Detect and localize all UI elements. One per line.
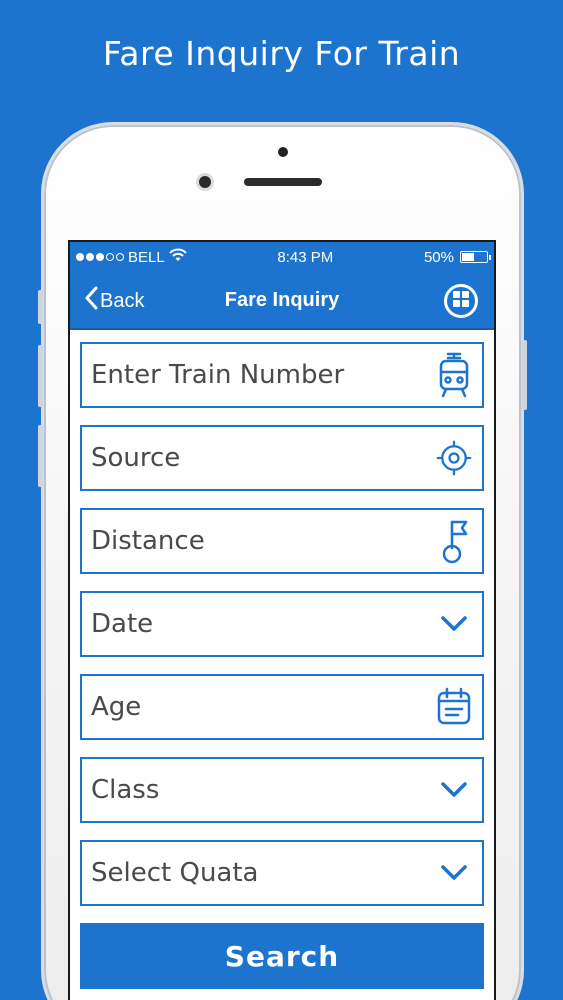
page-title: Fare Inquiry	[224, 288, 340, 311]
search-button[interactable]: Search	[80, 923, 484, 989]
train-number-placeholder: Enter Train Number	[91, 360, 345, 390]
calendar-icon	[436, 683, 472, 731]
train-number-field[interactable]: Enter Train Number	[80, 342, 484, 408]
class-dropdown[interactable]: Class	[80, 757, 484, 823]
phone-power-button	[522, 340, 527, 410]
flag-icon	[436, 517, 472, 565]
train-icon	[436, 351, 472, 399]
grid-menu-button[interactable]	[444, 284, 478, 318]
phone-sensor	[278, 147, 288, 157]
distance-placeholder: Distance	[91, 526, 205, 556]
grid-menu-icon	[452, 290, 470, 313]
phone-speaker	[244, 178, 322, 186]
quota-placeholder: Select Quata	[91, 858, 259, 888]
chevron-down-icon	[436, 849, 472, 897]
back-button[interactable]: Back	[84, 286, 144, 316]
source-field[interactable]: Source	[80, 425, 484, 491]
age-field[interactable]: Age	[80, 674, 484, 740]
signal-strength-icon	[76, 253, 124, 261]
promo-headline: Fare Inquiry For Train	[102, 34, 461, 73]
clock: 8:43 PM	[277, 248, 334, 266]
phone-camera	[196, 173, 214, 191]
phone-mute-switch	[38, 290, 43, 324]
chevron-left-icon	[84, 286, 98, 316]
battery-icon	[459, 251, 491, 263]
source-placeholder: Source	[91, 443, 181, 473]
status-bar: BELL 8:43 PM 50%	[70, 242, 494, 272]
chevron-down-icon	[436, 600, 472, 648]
phone-volume-down	[38, 425, 43, 487]
fare-inquiry-form: Enter Train Number Source Distance Date …	[70, 330, 494, 989]
phone-volume-up	[38, 345, 43, 407]
distance-field[interactable]: Distance	[80, 508, 484, 574]
quota-dropdown[interactable]: Select Quata	[80, 840, 484, 906]
app-screen: BELL 8:43 PM 50% Back Fare Inquiry Enter…	[68, 240, 496, 1000]
date-placeholder: Date	[91, 609, 154, 639]
location-target-icon	[436, 434, 472, 482]
carrier-name: BELL	[128, 248, 165, 266]
wifi-icon	[168, 248, 187, 266]
chevron-down-icon	[436, 766, 472, 814]
age-placeholder: Age	[91, 692, 142, 722]
navigation-bar: Back Fare Inquiry	[70, 272, 494, 330]
battery-percent: 50%	[423, 248, 454, 266]
back-label: Back	[100, 289, 145, 312]
date-dropdown[interactable]: Date	[80, 591, 484, 657]
class-placeholder: Class	[91, 775, 160, 805]
